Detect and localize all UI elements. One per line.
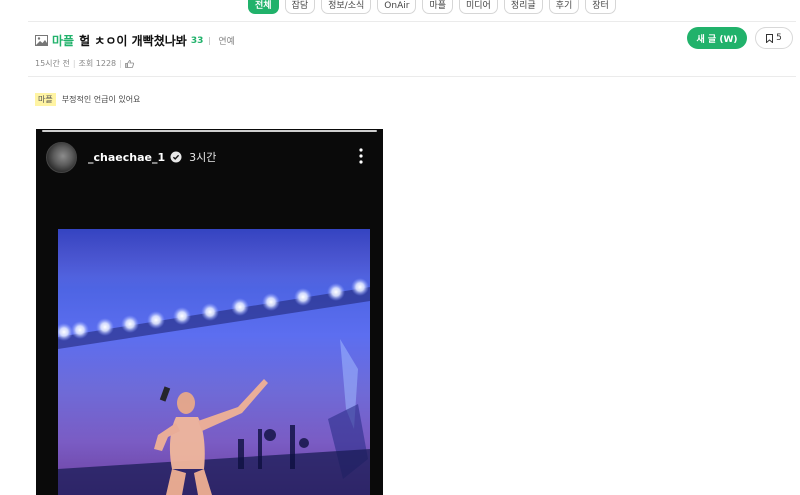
notice-tag: 마플	[35, 93, 56, 106]
page: 전체 잡담 정보/소식 OnAir 마플 미디어 정리글 후기 장터 마플 헐 …	[0, 0, 800, 495]
story-time: 3시간	[189, 151, 217, 164]
story-username: _chaechae_1	[88, 150, 166, 164]
category-tabs: 전체 잡담 정보/소식 OnAir 마플 미디어 정리글 후기 장터	[248, 0, 616, 14]
notice-text: 부정적인 언급이 있어요	[61, 95, 141, 104]
thumbs-up-icon[interactable]	[124, 59, 134, 68]
bookmark-icon	[766, 33, 774, 43]
concert-photo	[58, 229, 370, 495]
post-views: 조회 1228	[78, 59, 117, 68]
tab-media[interactable]: 미디어	[459, 0, 498, 14]
meta-separator: |	[72, 59, 76, 68]
tab-summary[interactable]: 정리글	[503, 0, 543, 14]
negative-mention-notice: 마플 부정적인 언급이 있어요	[35, 93, 140, 106]
verified-badge-icon	[170, 151, 182, 163]
story-progress-bar	[42, 130, 377, 132]
tab-mapl[interactable]: 마플	[422, 0, 453, 14]
tab-info-news[interactable]: 정보/소식	[321, 0, 372, 14]
board-link[interactable]: 마플	[52, 32, 74, 49]
separator	[209, 36, 211, 45]
bookmark-count: 5	[776, 33, 782, 43]
post-title: 헐 ㅊㅇ이 개빡쳤나봐	[79, 34, 187, 48]
post-title-row: 마플 헐 ㅊㅇ이 개빡쳤나봐 33 연예	[35, 32, 235, 49]
story-screenshot-image: _chaechae_1 3시간	[36, 129, 383, 495]
avatar	[46, 142, 77, 173]
image-icon	[35, 35, 48, 46]
tab-onair[interactable]: OnAir	[377, 0, 417, 14]
tab-all[interactable]: 전체	[248, 0, 279, 14]
divider	[28, 76, 796, 77]
post-meta: 15시간 전 | 조회 1228 |	[35, 58, 134, 69]
meta-separator: |	[119, 59, 122, 68]
divider	[28, 21, 796, 22]
more-options-icon	[359, 148, 363, 164]
post-time: 15시간 전	[35, 59, 70, 68]
tab-review[interactable]: 후기	[548, 0, 580, 14]
comment-count[interactable]: 33	[191, 36, 204, 46]
story-user-row: _chaechae_1 3시간	[88, 149, 216, 165]
category-label: 연예	[218, 37, 235, 47]
bookmark-button[interactable]: 5	[755, 27, 793, 49]
tab-market[interactable]: 장터	[585, 0, 616, 14]
stage-lights-illustration	[58, 229, 370, 495]
tab-chat[interactable]: 잡담	[284, 0, 316, 14]
new-post-button[interactable]: 새 글 (W)	[687, 27, 747, 49]
